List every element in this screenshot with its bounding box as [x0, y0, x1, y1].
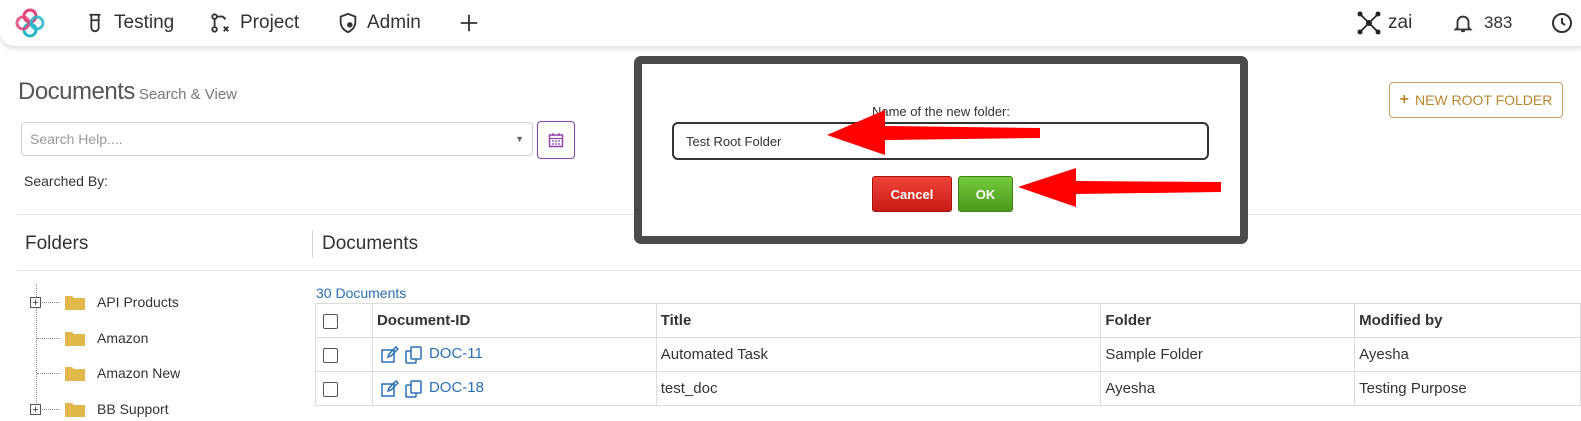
tree-item-api-products[interactable]: + API Products — [30, 290, 179, 314]
page-title: Documents Search & View — [18, 78, 237, 106]
new-root-folder-button[interactable]: + NEW ROOT FOLDER — [1389, 82, 1563, 118]
notifications-button[interactable]: 383 — [1452, 10, 1512, 36]
zai-menu[interactable]: zai — [1356, 10, 1412, 36]
tree-connector — [37, 372, 59, 374]
calendar-icon — [548, 133, 564, 148]
new-root-folder-label: NEW ROOT FOLDER — [1414, 92, 1553, 108]
tree-item-amazon-new[interactable]: Amazon New — [30, 361, 180, 385]
nav-admin-label: Admin — [367, 12, 421, 33]
documents-count: 30 Documents — [316, 285, 407, 301]
nav-project[interactable]: Project — [210, 10, 299, 36]
page-subtitle: Search & View — [138, 86, 237, 103]
divider — [17, 270, 1581, 271]
page-title-text: Documents — [18, 78, 135, 105]
folder-name: Amazon — [97, 330, 149, 346]
folder-icon — [65, 403, 85, 417]
dialog-label: Name of the new folder: — [871, 104, 1011, 119]
add-button[interactable] — [458, 10, 480, 36]
calendar-button[interactable] — [537, 121, 575, 159]
table-row[interactable]: DOC-18 test_doc Ayesha Testing Purpose — [315, 371, 1581, 406]
document-title: Automated Task — [655, 337, 1102, 372]
documents-table: Document-ID Title Folder Modified by DOC… — [315, 303, 1581, 406]
document-folder: Sample Folder — [1100, 337, 1356, 372]
edit-icon[interactable] — [381, 379, 399, 398]
ok-button[interactable]: OK — [958, 176, 1013, 212]
nav-admin[interactable]: Admin — [337, 10, 421, 36]
select-all-checkbox[interactable] — [323, 313, 338, 329]
table-header-row: Document-ID Title Folder Modified by — [315, 303, 1581, 338]
network-icon — [1357, 11, 1381, 35]
folder-name: BB Support — [97, 401, 169, 417]
folder-name-input[interactable] — [672, 122, 1209, 160]
document-title: test_doc — [655, 371, 1102, 406]
plus-icon — [460, 14, 478, 32]
copy-icon[interactable] — [405, 345, 423, 364]
column-header-title[interactable]: Title — [655, 303, 1102, 338]
copy-icon[interactable] — [405, 379, 423, 398]
panel-separator — [312, 230, 313, 258]
document-folder: Ayesha — [1100, 371, 1356, 406]
column-header-folder[interactable]: Folder — [1100, 303, 1356, 338]
document-id-link[interactable]: DOC-18 — [429, 379, 484, 396]
search-input[interactable] — [22, 123, 508, 155]
column-header-document-id[interactable]: Document-ID — [371, 303, 657, 338]
tree-connector — [37, 337, 59, 339]
nav-testing-label: Testing — [114, 12, 175, 33]
tree-item-amazon[interactable]: Amazon — [30, 326, 148, 350]
cancel-button[interactable]: Cancel — [872, 176, 952, 212]
edit-icon[interactable] — [381, 345, 399, 364]
folder-icon — [65, 367, 85, 381]
zai-label: zai — [1388, 12, 1413, 33]
row-checkbox[interactable] — [323, 381, 338, 397]
test-tube-icon — [89, 13, 101, 33]
search-select[interactable]: ▼ — [21, 122, 533, 156]
admin-shield-icon — [339, 12, 357, 34]
document-modified-by: Ayesha — [1354, 337, 1581, 372]
row-checkbox[interactable] — [323, 347, 338, 363]
folder-name: API Products — [97, 294, 179, 310]
notification-count: 383 — [1484, 13, 1513, 32]
history-button[interactable] — [1550, 10, 1574, 36]
folder-icon — [65, 296, 85, 310]
folders-title: Folders — [25, 233, 89, 254]
nav-project-label: Project — [240, 12, 300, 33]
plus-icon: + — [1399, 91, 1409, 108]
dialog-body: Name of the new folder: Cancel OK — [642, 64, 1240, 236]
folder-icon — [65, 332, 85, 346]
nav-testing[interactable]: Testing — [84, 10, 174, 36]
bell-icon — [1453, 15, 1473, 33]
document-id-link[interactable]: DOC-11 — [429, 345, 483, 362]
table-row[interactable]: DOC-11 Automated Task Sample Folder Ayes… — [315, 337, 1581, 372]
new-folder-dialog: Name of the new folder: Cancel OK — [634, 56, 1248, 244]
document-modified-by: Testing Purpose — [1354, 371, 1581, 406]
expand-icon[interactable]: + — [30, 296, 41, 308]
searched-by-label: Searched By: — [24, 173, 109, 189]
select-all-cell — [315, 303, 373, 338]
column-header-modified-by[interactable]: Modified by — [1354, 303, 1581, 338]
tree-item-bb-support[interactable]: + BB Support — [30, 397, 169, 421]
clock-icon — [1552, 13, 1572, 33]
caret-down-icon[interactable]: ▼ — [515, 134, 524, 144]
top-nav-bar: Testing Project Admin zai 383 — [0, 0, 1581, 46]
app-logo-icon[interactable] — [14, 7, 46, 39]
documents-title: Documents — [322, 233, 419, 254]
project-icon — [211, 13, 229, 33]
folder-name: Amazon New — [97, 365, 181, 381]
